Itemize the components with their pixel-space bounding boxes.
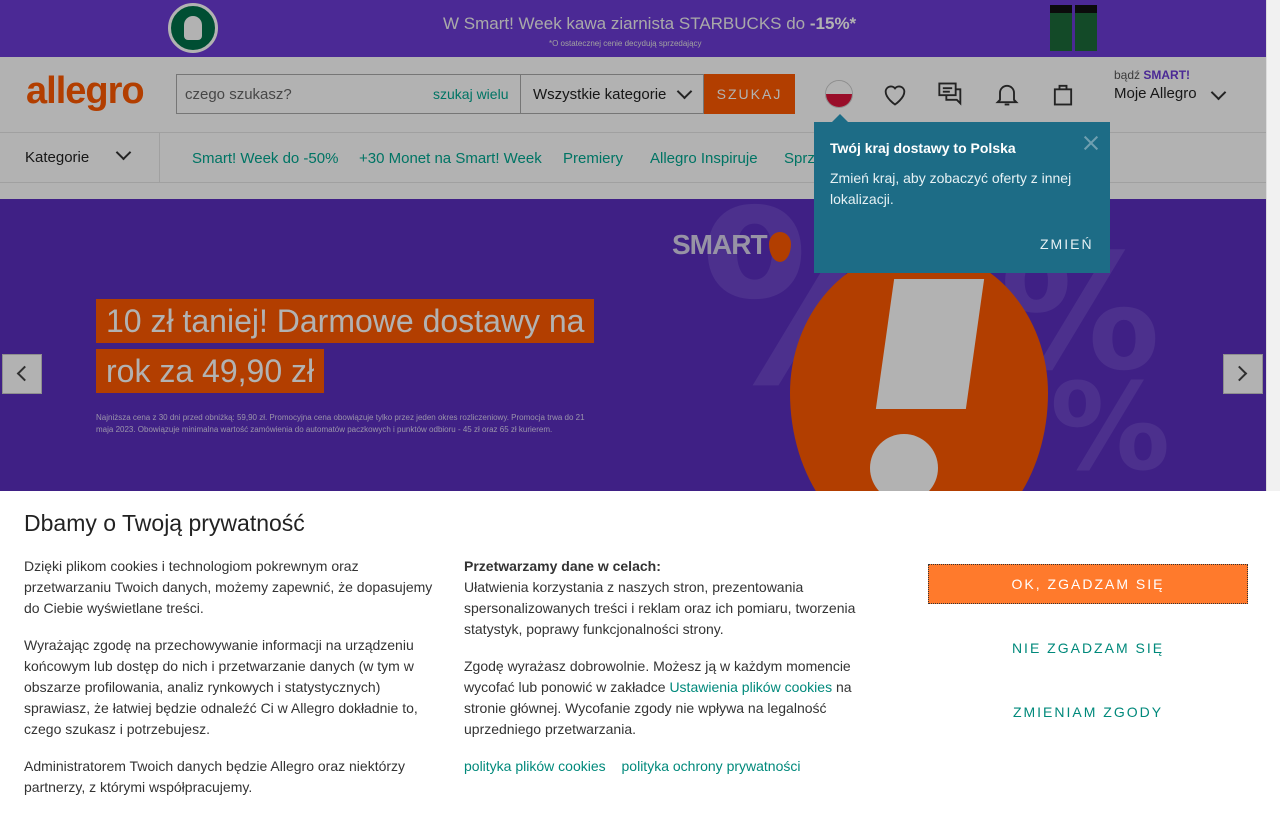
coffee-pack-image — [1050, 5, 1072, 51]
hero-next-button[interactable] — [1223, 354, 1263, 394]
policy-links: polityka plików cookies polityka ochrony… — [464, 756, 894, 777]
smart-badge: bądź SMART! — [1114, 68, 1191, 82]
chevron-right-icon — [1231, 365, 1248, 382]
bell-icon[interactable] — [991, 78, 1023, 110]
poland-flag-icon[interactable] — [825, 80, 853, 108]
chat-icon[interactable] — [935, 78, 967, 110]
my-allegro-menu[interactable]: bądź SMART! Moje Allegro — [1114, 68, 1244, 102]
purposes-heading: Przetwarzamy dane w celach: — [464, 558, 661, 574]
allegro-logo[interactable]: allegro — [26, 70, 145, 113]
search-many-link[interactable]: szukaj wielu — [433, 86, 508, 102]
nav-link-sprz[interactable]: Sprz — [784, 150, 815, 167]
percent-decoration: % — [1050, 359, 1171, 491]
nav-link-premiery[interactable]: Premiery — [563, 150, 623, 167]
starbucks-logo-icon — [168, 3, 218, 53]
accept-cookies-button[interactable]: OK, ZGADZAM SIĘ — [928, 564, 1248, 604]
chevron-left-icon — [16, 365, 33, 382]
search-input[interactable] — [185, 75, 425, 113]
chevron-down-icon — [676, 83, 693, 100]
category-select-value: Wszystkie kategorie — [533, 86, 667, 103]
nav-link-smart-week[interactable]: Smart! Week do -50% — [192, 150, 338, 167]
country-tooltip: Twój kraj dostawy to Polska Zmień kraj, … — [814, 114, 1110, 273]
cookie-column-intro: Dzięki plikom cookies i technologiom pok… — [24, 556, 444, 814]
cookie-heading: Dbamy o Twoją prywatność — [24, 510, 305, 536]
cookie-settings-link[interactable]: Ustawienia plików cookies — [669, 679, 832, 695]
hero-prev-button[interactable] — [2, 354, 42, 394]
privacy-policy-link[interactable]: polityka ochrony prywatności — [622, 758, 801, 774]
categories-dropdown[interactable]: Kategorie — [0, 133, 160, 183]
cookie-policy-link[interactable]: polityka plików cookies — [464, 758, 606, 774]
close-icon[interactable] — [1082, 134, 1100, 152]
search-button[interactable]: SZUKAJ — [704, 74, 795, 114]
promo-title: W Smart! Week kawa ziarnista STARBUCKS d… — [443, 14, 857, 33]
shopping-bag-icon[interactable] — [1047, 78, 1079, 110]
country-tooltip-text: Zmień kraj, aby zobaczyć oferty z innej … — [830, 170, 1072, 207]
change-country-button[interactable]: ZMIEŃ — [1040, 236, 1094, 252]
search-box: szukaj wielu — [176, 74, 520, 114]
change-consent-button[interactable]: ZMIENIAM ZGODY — [928, 692, 1248, 732]
promo-banner[interactable]: W Smart! Week kawa ziarnista STARBUCKS d… — [0, 0, 1266, 57]
cookie-column-purposes: Przetwarzamy dane w celach: Ułatwienia k… — [464, 556, 894, 793]
cookie-paragraph: Administratorem Twoich danych będzie All… — [24, 758, 406, 795]
category-select[interactable]: Wszystkie kategorie — [520, 74, 704, 114]
categories-label: Kategorie — [25, 149, 90, 166]
cookie-paragraph: Przetwarzamy dane w celach: Ułatwienia k… — [464, 556, 894, 640]
hero-note: Najniższa cena z 30 dni przed obniżką: 5… — [96, 413, 585, 434]
smart-logo: SMART — [672, 229, 791, 262]
cookie-paragraph: Dzięki plikom cookies i technologiom pok… — [24, 558, 433, 616]
promo-subtitle: *O ostatecznej cenie decydują sprzedając… — [549, 39, 702, 48]
nav-link-inspiruje[interactable]: Allegro Inspiruje — [650, 150, 758, 167]
page-background: W Smart! Week kawa ziarnista STARBUCKS d… — [0, 0, 1280, 491]
heart-icon[interactable] — [879, 78, 911, 110]
cookie-consent-panel: Dbamy o Twoją prywatność Dzięki plikom c… — [0, 491, 1280, 821]
nav-link-monety[interactable]: +30 Monet na Smart! Week — [359, 150, 542, 167]
cookie-paragraph: Zgodę wyrażasz dobrowolnie. Możesz ją w … — [464, 658, 852, 737]
scrollbar[interactable] — [1266, 0, 1280, 491]
chevron-down-icon — [115, 144, 132, 161]
reject-cookies-button[interactable]: NIE ZGADZAM SIĘ — [928, 628, 1248, 668]
cookie-paragraph: Wyrażając zgodę na przechowywanie inform… — [24, 637, 418, 737]
chevron-down-icon — [1210, 84, 1227, 101]
my-allegro-label: Moje Allegro — [1114, 85, 1197, 102]
coffee-pack-image — [1075, 5, 1097, 51]
country-tooltip-title: Twój kraj dostawy to Polska — [830, 140, 1016, 156]
hero-title: 10 zł taniej! Darmowe dostawy na rok za … — [96, 296, 595, 396]
